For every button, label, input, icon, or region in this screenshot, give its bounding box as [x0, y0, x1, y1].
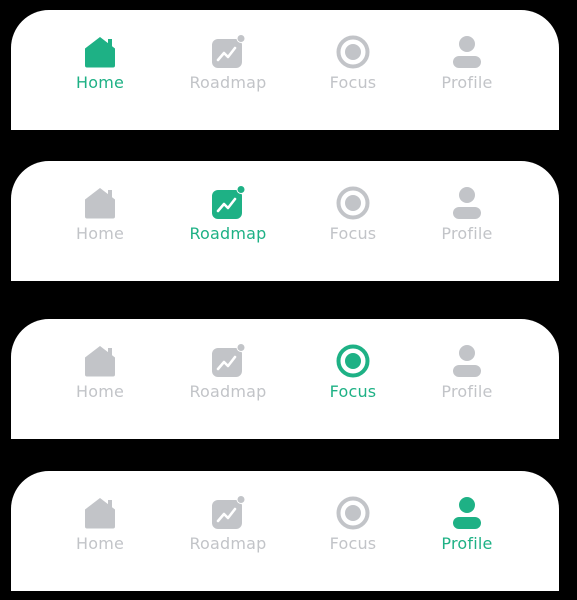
target-icon	[335, 343, 371, 379]
tab-roadmap[interactable]: Roadmap	[168, 471, 288, 591]
tab-focus[interactable]: Focus	[293, 471, 413, 591]
tab-home[interactable]: Home	[40, 161, 160, 281]
tab-bar-roadmap-selected: Home Roadmap Focus Profile	[11, 161, 559, 281]
tab-home[interactable]: Home	[40, 319, 160, 439]
home-icon	[82, 343, 118, 379]
tab-profile[interactable]: Profile	[407, 319, 527, 439]
tab-profile-label: Profile	[441, 534, 493, 553]
tab-roadmap-label: Roadmap	[189, 73, 267, 92]
tab-home[interactable]: Home	[40, 471, 160, 591]
home-icon	[82, 185, 118, 221]
user-icon	[449, 185, 485, 221]
tab-profile-label: Profile	[441, 382, 493, 401]
tab-focus-label: Focus	[329, 382, 377, 401]
user-icon	[449, 495, 485, 531]
user-icon	[449, 34, 485, 70]
tab-profile-label: Profile	[441, 73, 493, 92]
tab-roadmap[interactable]: Roadmap	[168, 319, 288, 439]
home-icon	[82, 34, 118, 70]
tab-profile-label: Profile	[441, 224, 493, 243]
tab-roadmap[interactable]: Roadmap	[168, 10, 288, 130]
chart-icon	[210, 495, 246, 531]
tab-focus[interactable]: Focus	[293, 319, 413, 439]
tab-focus[interactable]: Focus	[293, 10, 413, 130]
target-icon	[335, 34, 371, 70]
tab-roadmap[interactable]: Roadmap	[168, 161, 288, 281]
tab-home-label: Home	[75, 73, 125, 92]
target-icon	[335, 495, 371, 531]
tab-roadmap-label: Roadmap	[189, 382, 267, 401]
tab-bar-home-selected: Home Roadmap Focus Profile	[11, 10, 559, 130]
user-icon	[449, 343, 485, 379]
tab-roadmap-label: Roadmap	[189, 534, 267, 553]
tab-home[interactable]: Home	[40, 10, 160, 130]
chart-icon	[210, 185, 246, 221]
chart-icon	[210, 343, 246, 379]
tab-bar-profile-selected: Home Roadmap Focus Profile	[11, 471, 559, 591]
tab-profile[interactable]: Profile	[407, 161, 527, 281]
tab-home-label: Home	[75, 382, 125, 401]
home-icon	[82, 495, 118, 531]
tab-profile[interactable]: Profile	[407, 10, 527, 130]
tab-home-label: Home	[75, 534, 125, 553]
tab-focus-label: Focus	[329, 73, 377, 92]
tab-focus-label: Focus	[329, 224, 377, 243]
chart-icon	[210, 34, 246, 70]
tab-roadmap-label: Roadmap	[189, 224, 267, 243]
tab-focus[interactable]: Focus	[293, 161, 413, 281]
tab-home-label: Home	[75, 224, 125, 243]
tab-bar-focus-selected: Home Roadmap Focus Profile	[11, 319, 559, 439]
tab-profile[interactable]: Profile	[407, 471, 527, 591]
tab-focus-label: Focus	[329, 534, 377, 553]
target-icon	[335, 185, 371, 221]
